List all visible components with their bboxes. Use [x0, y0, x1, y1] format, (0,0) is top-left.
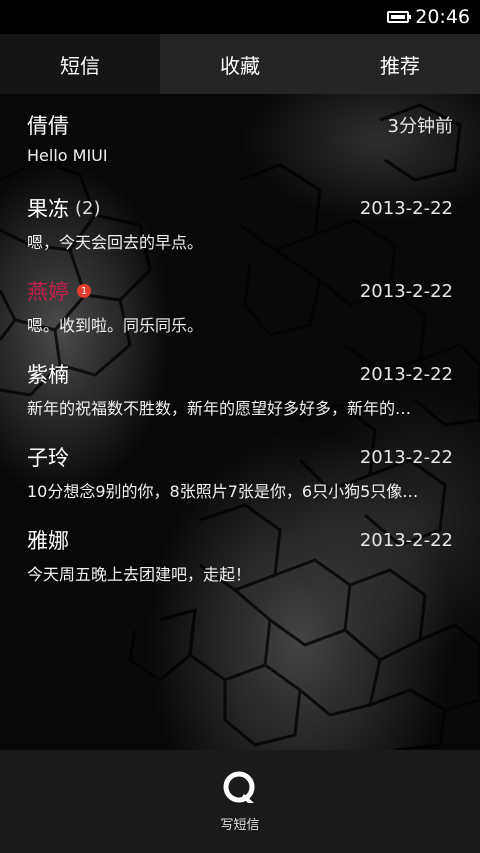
compose-label: 写短信: [220, 818, 260, 833]
status-time: 20:46: [415, 6, 470, 28]
contact-name: 燕婷: [27, 280, 69, 304]
tab-favorites[interactable]: 收藏: [160, 34, 320, 94]
contact-name: 子玲: [27, 446, 69, 470]
contact-name: 紫楠: [27, 363, 69, 387]
battery-icon: [387, 11, 412, 23]
conversation-item[interactable]: 倩倩 3分钟前 Hello MIUI: [0, 94, 480, 177]
conversation-item[interactable]: 紫楠 2013-2-22 新年的祝福数不胜数，新年的愿望好多好多，新年的…: [0, 343, 480, 426]
message-preview: 嗯。收到啦。同乐同乐。: [27, 316, 204, 335]
unread-badge: 1: [77, 284, 91, 298]
contact-name: 雅娜: [27, 529, 69, 553]
message-preview: 今天周五晚上去团建吧，走起！: [27, 565, 252, 584]
tab-bar: 短信 收藏 推荐: [0, 34, 480, 94]
tab-messages[interactable]: 短信: [0, 34, 160, 94]
status-bar: 20:46: [0, 0, 480, 34]
conversation-list: 倩倩 3分钟前 Hello MIUI 果冻 (2) 2013-2-22 嗯，今天…: [0, 94, 480, 592]
compose-message-icon: [223, 771, 255, 803]
message-preview: Hello MIUI: [27, 146, 108, 165]
message-time: 3分钟前: [387, 116, 453, 137]
message-preview: 嗯，今天会回去的早点。: [27, 233, 204, 252]
message-time: 2013-2-22: [359, 363, 453, 385]
conversation-item[interactable]: 雅娜 2013-2-22 今天周五晚上去团建吧，走起！: [0, 509, 480, 592]
conversation-item[interactable]: 子玲 2013-2-22 10分想念9别的你，8张照片7张是你，6只小狗5只像…: [0, 426, 480, 509]
message-time: 2013-2-22: [359, 280, 453, 302]
message-preview: 10分想念9别的你，8张照片7张是你，6只小狗5只像…: [27, 482, 419, 501]
message-time: 2013-2-22: [359, 197, 453, 219]
message-preview: 新年的祝福数不胜数，新年的愿望好多好多，新年的…: [27, 399, 412, 418]
message-time: 2013-2-22: [359, 446, 453, 468]
contact-name: 倩倩: [27, 114, 69, 138]
contact-name: 果冻: [27, 197, 69, 221]
message-count: (2): [75, 197, 101, 219]
compose-button[interactable]: 写短信: [220, 770, 260, 833]
tab-recommended[interactable]: 推荐: [320, 34, 480, 94]
bottom-bar: 写短信: [0, 750, 480, 853]
conversation-item[interactable]: 果冻 (2) 2013-2-22 嗯，今天会回去的早点。: [0, 177, 480, 260]
message-time: 2013-2-22: [359, 529, 453, 551]
conversation-item[interactable]: 燕婷 1 2013-2-22 嗯。收到啦。同乐同乐。: [0, 260, 480, 343]
